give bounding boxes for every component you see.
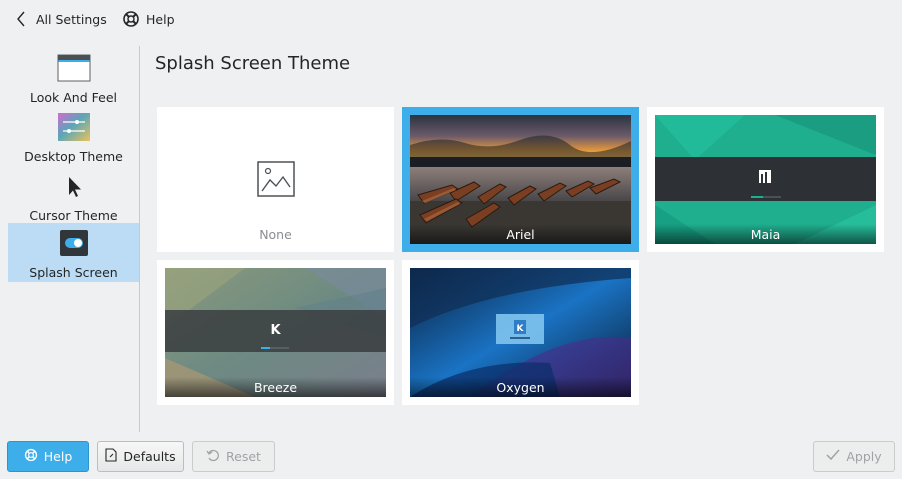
sidebar-item-label: Splash Screen — [29, 265, 118, 280]
theme-name: Breeze — [165, 377, 386, 397]
desktop-theme-icon — [57, 111, 91, 143]
svg-text:K: K — [270, 323, 281, 338]
help-menu-label: Help — [146, 11, 175, 27]
apply-button[interactable]: Apply — [813, 441, 895, 472]
sidebar-item-label: Desktop Theme — [24, 149, 123, 164]
cursor-icon — [57, 170, 91, 202]
theme-grid: None Ariel Maia K Breeze K Oxygen — [157, 107, 887, 407]
theme-tile-maia[interactable]: Maia — [647, 107, 884, 252]
undo-icon — [206, 448, 220, 465]
theme-tile-oxygen[interactable]: K Oxygen — [402, 260, 639, 405]
defaults-button[interactable]: Defaults — [97, 441, 184, 472]
theme-name: Maia — [655, 224, 876, 244]
theme-tile-none[interactable]: None — [157, 107, 394, 252]
checkmark-icon — [826, 449, 840, 464]
apply-button-label: Apply — [846, 449, 882, 464]
back-button-label: All Settings — [36, 11, 107, 27]
sidebar: Look And Feel Desktop Theme Cursor Theme… — [8, 46, 139, 432]
document-icon — [105, 448, 117, 465]
sidebar-item-label: Look And Feel — [30, 90, 117, 105]
lifebuoy-icon — [122, 10, 140, 28]
defaults-button-label: Defaults — [123, 449, 176, 464]
sidebar-item-splash-screen[interactable]: Splash Screen — [8, 223, 139, 282]
reset-button[interactable]: Reset — [192, 441, 275, 472]
back-button[interactable]: All Settings — [12, 7, 107, 31]
sidebar-item-cursor-theme[interactable]: Cursor Theme — [8, 166, 139, 225]
help-button[interactable]: Help — [7, 441, 89, 472]
theme-name: Oxygen — [410, 377, 631, 397]
page-title: Splash Screen Theme — [155, 53, 351, 74]
theme-tile-breeze[interactable]: K Breeze — [157, 260, 394, 405]
svg-text:K: K — [517, 324, 525, 334]
help-menu-button[interactable]: Help — [122, 7, 175, 31]
window-icon — [57, 52, 91, 84]
chevron-left-icon — [12, 10, 30, 28]
sidebar-divider — [139, 46, 140, 432]
top-bar: All Settings Help — [0, 0, 902, 38]
sidebar-item-desktop-theme[interactable]: Desktop Theme — [8, 107, 139, 166]
sidebar-item-label: Cursor Theme — [29, 208, 118, 223]
help-button-label: Help — [43, 449, 73, 464]
theme-name: None — [259, 226, 292, 242]
theme-name: Ariel — [410, 224, 631, 244]
lifebuoy-icon — [24, 448, 38, 465]
reset-button-label: Reset — [226, 449, 261, 464]
sidebar-item-look-and-feel[interactable]: Look And Feel — [8, 48, 139, 107]
theme-tile-ariel[interactable]: Ariel — [402, 107, 639, 252]
toggle-icon — [57, 227, 91, 259]
